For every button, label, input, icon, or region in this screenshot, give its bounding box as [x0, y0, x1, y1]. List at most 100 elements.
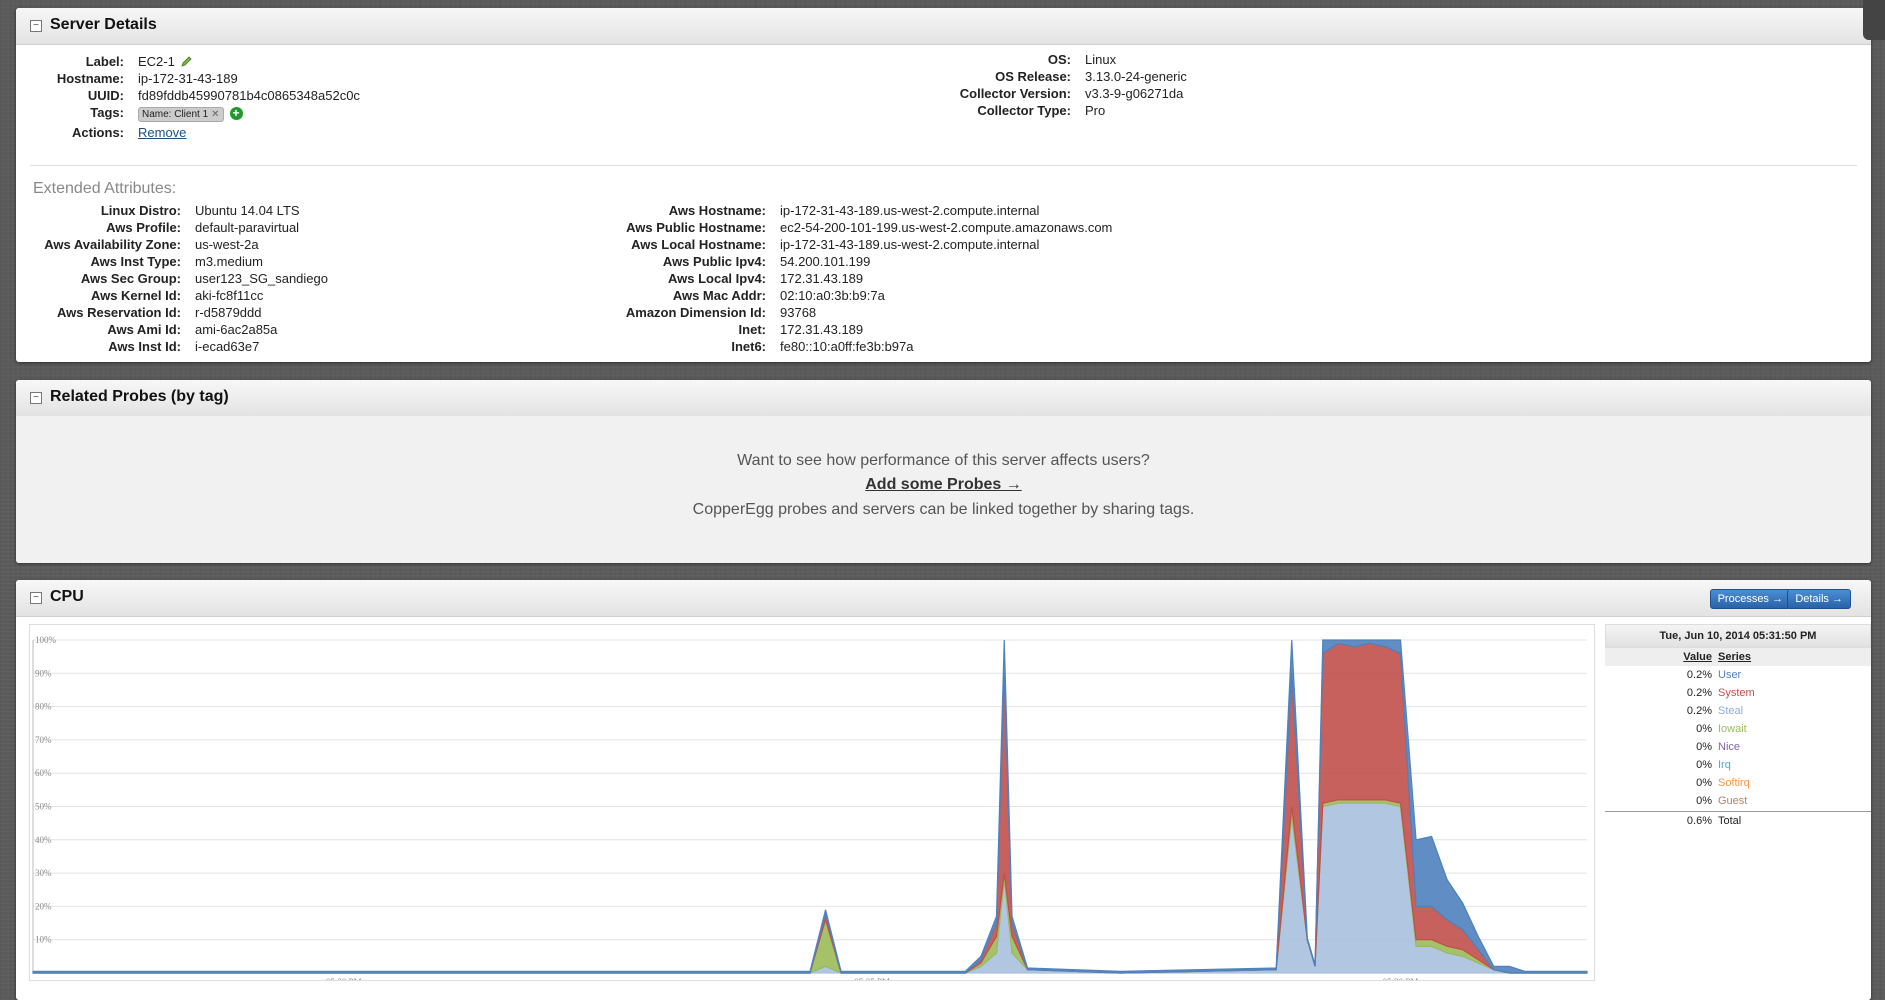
- hostname-key: Hostname:: [56, 71, 124, 86]
- legend-row[interactable]: 0% Irq: [1605, 756, 1871, 774]
- value-header[interactable]: Value: [1683, 651, 1712, 663]
- actions-key: Actions:: [72, 125, 124, 140]
- total-label: Total: [1718, 815, 1742, 827]
- panel-title: CPU: [50, 588, 84, 605]
- pencil-icon[interactable]: [180, 55, 193, 71]
- label-value: EC2-1: [124, 54, 193, 71]
- side-panel-toggle[interactable]: [1863, 0, 1885, 40]
- y-tick-label: 90%: [35, 668, 52, 678]
- attribute-key: Aws Local Ipv4:: [667, 271, 766, 286]
- uuid-key: UUID:: [87, 88, 124, 103]
- attribute-row: Aws Reservation Id: r-d5879ddd: [30, 305, 328, 322]
- attribute-value: ip-172-31-43-189.us-west-2.compute.inter…: [780, 203, 1040, 218]
- x-tick-label: 05:30 PM: [1383, 977, 1419, 980]
- attribute-value: ec2-54-200-101-199.us-west-2.compute.ama…: [780, 220, 1113, 235]
- tag-chip: Name: Client 1 ✕: [138, 107, 224, 122]
- label-key: Label:: [85, 54, 124, 69]
- legend-series[interactable]: Steal: [1712, 702, 1743, 720]
- hostname-value: ip-172-31-43-189: [138, 71, 238, 86]
- attribute-value: fe80::10:a0ff:fe3b:b97a: [780, 339, 914, 354]
- y-tick-label: 80%: [35, 702, 52, 712]
- legend-value: 0%: [1696, 723, 1712, 735]
- cpu-panel: − CPU Processes → Details → 10% 20% 30% 40%…: [16, 580, 1871, 1000]
- legend-series[interactable]: Softirq: [1712, 774, 1750, 792]
- attribute-value: 172.31.43.189: [780, 322, 864, 337]
- os-key: OS:: [1047, 52, 1071, 67]
- panel-title: Related Probes (by tag): [50, 388, 229, 405]
- legend-row[interactable]: 0.2% System: [1605, 684, 1871, 702]
- x-tick-label: 05:20 PM: [326, 977, 362, 980]
- y-tick-label: 10%: [35, 935, 52, 945]
- os-release-value: 3.13.0-24-generic: [1085, 69, 1187, 84]
- series-steal-area: [33, 802, 1587, 974]
- y-tick-label: 70%: [35, 735, 52, 745]
- extended-attributes-left: Linux Distro: Ubuntu 14.04 LTS Aws Profile…: [30, 203, 328, 356]
- attribute-row: Aws Hostname: ip-172-31-43-189.us-west-2.…: [524, 203, 1112, 220]
- attribute-key: Aws Profile:: [106, 220, 181, 235]
- related-probes-header: − Related Probes (by tag): [16, 380, 1871, 417]
- legend-series[interactable]: Iowait: [1712, 720, 1747, 738]
- probes-hint: CopperEgg probes and servers can be link…: [692, 501, 1195, 518]
- attribute-row: Aws Public Ipv4: 54.200.101.199: [524, 254, 1112, 271]
- processes-button[interactable]: Processes →: [1709, 589, 1791, 609]
- collapse-icon[interactable]: −: [30, 392, 42, 404]
- legend-header: Value Series: [1605, 648, 1871, 666]
- collapse-icon[interactable]: −: [30, 592, 42, 604]
- add-probes-link[interactable]: Add some Probes →: [16, 476, 1871, 494]
- legend-row[interactable]: 0.2% Steal: [1605, 702, 1871, 720]
- attribute-key: Inet6:: [731, 339, 766, 354]
- attribute-key: Inet:: [738, 322, 766, 337]
- legend-value: 0%: [1696, 759, 1712, 771]
- legend-series[interactable]: User: [1712, 666, 1741, 684]
- legend-value: 0%: [1696, 795, 1712, 807]
- attribute-row: Aws Sec Group: user123_SG_sandiego: [30, 271, 328, 288]
- legend-row[interactable]: 0.2% User: [1605, 666, 1871, 684]
- panel-title: Server Details: [50, 16, 157, 33]
- attribute-row: Aws Public Hostname: ec2-54-200-101-199.u…: [524, 220, 1112, 237]
- legend-series[interactable]: Irq: [1712, 756, 1731, 774]
- attribute-value: user123_SG_sandiego: [195, 271, 328, 286]
- server-details-panel: − Server Details Label: EC2-1 Hostname: ip…: [16, 8, 1871, 362]
- attribute-key: Aws Sec Group:: [80, 271, 181, 286]
- legend-series[interactable]: System: [1712, 684, 1755, 702]
- collapse-icon[interactable]: −: [30, 20, 42, 32]
- legend-value: 0.2%: [1686, 669, 1712, 681]
- y-tick-label: 60%: [35, 768, 52, 778]
- legend-row[interactable]: 0% Nice: [1605, 738, 1871, 756]
- attribute-key: Aws Reservation Id:: [56, 305, 181, 320]
- attribute-row: Aws Local Ipv4: 172.31.43.189: [524, 271, 1112, 288]
- probes-empty-state: Want to see how performance of this serv…: [16, 416, 1871, 563]
- details-button[interactable]: Details →: [1787, 589, 1851, 609]
- add-tag-icon[interactable]: +: [229, 107, 243, 121]
- server-info-left: Label: EC2-1 Hostname: ip-172-31-43-189 UU…: [30, 54, 360, 142]
- attribute-key: Aws Public Ipv4:: [662, 254, 766, 269]
- legend-row[interactable]: 0% Guest: [1605, 792, 1871, 810]
- related-probes-panel: − Related Probes (by tag) Want to see ho…: [16, 380, 1871, 563]
- series-header[interactable]: Series: [1718, 651, 1751, 663]
- legend-row[interactable]: 0% Softirq: [1605, 774, 1871, 792]
- legend-value: 0.2%: [1686, 687, 1712, 699]
- legend-series[interactable]: Guest: [1712, 792, 1747, 810]
- attribute-value: 172.31.43.189: [780, 271, 864, 286]
- attribute-key: Aws Mac Addr:: [672, 288, 766, 303]
- attribute-row: Aws Mac Addr: 02:10:a0:3b:b9:7a: [524, 288, 1112, 305]
- attribute-row: Aws Inst Id: i-ecad63e7: [30, 339, 328, 356]
- attribute-value: ami-6ac2a85a: [195, 322, 278, 337]
- cpu-chart-svg: 10% 20% 30% 40% 50% 60% 70% 80% 90% 100% 05:20 PM 0…: [32, 635, 1588, 987]
- attribute-row: Inet6: fe80::10:a0ff:fe3b:b97a: [524, 339, 1112, 356]
- attribute-value: 02:10:a0:3b:b9:7a: [780, 288, 885, 303]
- tag-remove-icon[interactable]: ✕: [211, 109, 219, 120]
- legend-row[interactable]: 0% Iowait: [1605, 720, 1871, 738]
- x-tick-label: 05:25 PM: [854, 977, 890, 980]
- attribute-key: Aws Inst Type:: [90, 254, 181, 269]
- attribute-key: Aws Availability Zone:: [44, 237, 181, 252]
- y-tick-label: 20%: [35, 901, 52, 911]
- uuid-value: fd89fddb45990781b4c0865348a52c0c: [138, 88, 360, 103]
- attribute-key: Amazon Dimension Id:: [625, 305, 766, 320]
- legend-series[interactable]: Nice: [1712, 738, 1740, 756]
- attribute-value: m3.medium: [195, 254, 263, 269]
- attribute-value: default-paravirtual: [195, 220, 300, 235]
- os-release-key: OS Release:: [995, 69, 1071, 84]
- remove-link[interactable]: Remove: [138, 125, 186, 140]
- attribute-value: r-d5879ddd: [195, 305, 262, 320]
